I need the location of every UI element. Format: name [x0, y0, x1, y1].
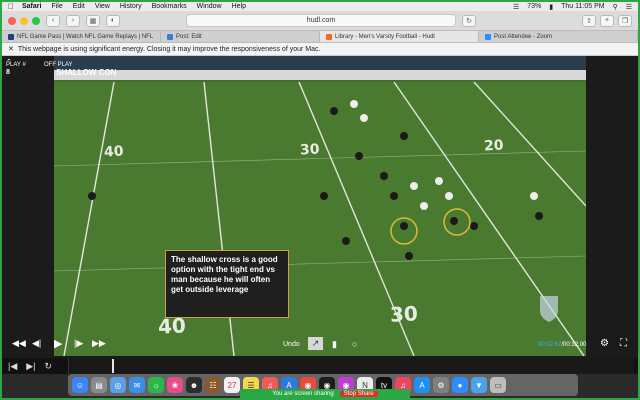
- battery-percent[interactable]: 73%: [527, 3, 541, 10]
- menubar-app-name[interactable]: Safari: [22, 3, 41, 10]
- tab-overview-icon[interactable]: ❐: [618, 14, 632, 27]
- prev-clip-icon[interactable]: |◀: [8, 361, 17, 372]
- text-tool-icon[interactable]: ▮: [332, 339, 337, 350]
- battery-icon[interactable]: ▮: [549, 3, 553, 11]
- field-graphic: [54, 56, 586, 356]
- yard-number: 30: [299, 141, 320, 159]
- screen-share-bar: You are screen sharing Stop Share: [240, 389, 410, 398]
- wifi-icon[interactable]: ☰: [513, 3, 519, 11]
- safari-toolbar: ‹ › ▦ ◐ hudl.com ↻ ⇧ + ❐: [2, 11, 638, 31]
- tab-label: Post: Edit: [176, 33, 202, 40]
- hudl-favicon-icon: [326, 33, 332, 40]
- menu-help[interactable]: Help: [232, 3, 246, 10]
- minimize-window-button[interactable]: [20, 16, 28, 25]
- calendar-icon[interactable]: 27: [224, 377, 240, 393]
- telestration-caption[interactable]: The shallow cross is a good option with …: [165, 250, 289, 318]
- menu-edit[interactable]: Edit: [73, 3, 85, 10]
- screen-share-text: You are screen sharing: [272, 390, 334, 397]
- menu-view[interactable]: View: [95, 3, 110, 10]
- play-icon[interactable]: ▶: [54, 337, 62, 350]
- tab-label: Post Attendee - Zoom: [494, 33, 553, 40]
- close-warning-icon[interactable]: ✕: [8, 45, 14, 53]
- yard-number: 40: [103, 143, 124, 161]
- messages-icon[interactable]: ☼: [148, 377, 164, 393]
- forward-button[interactable]: ›: [66, 14, 80, 27]
- system-preferences-icon[interactable]: ⚙: [433, 377, 449, 393]
- new-tab-button[interactable]: +: [600, 14, 614, 27]
- energy-warning-text: This webpage is using significant energy…: [17, 45, 321, 53]
- tab-hudl-library[interactable]: Library - Men's Varsity Football - Hudl: [320, 31, 479, 42]
- launchpad-icon[interactable]: ▤: [91, 377, 107, 393]
- menu-window[interactable]: Window: [197, 3, 222, 10]
- window-controls: [8, 16, 40, 25]
- settings-gear-icon[interactable]: ⚙: [600, 338, 609, 349]
- next-clip-icon[interactable]: ▶|: [26, 361, 35, 372]
- circle-tool-icon[interactable]: ○: [352, 339, 357, 349]
- post-favicon-icon: [167, 33, 173, 40]
- menu-bookmarks[interactable]: Bookmarks: [152, 3, 187, 10]
- yard-number: 30: [389, 301, 419, 327]
- address-bar[interactable]: hudl.com: [186, 14, 456, 27]
- downloads-folder-icon[interactable]: ▼: [471, 377, 487, 393]
- mail-icon[interactable]: ✉: [129, 377, 145, 393]
- menubar-status: ☰ 73% ▮ Thu 11:05 PM ⚲ ☰: [513, 3, 632, 11]
- tab-label: Library - Men's Varsity Football - Hudl: [335, 33, 435, 40]
- close-window-button[interactable]: [8, 16, 16, 25]
- photos-icon[interactable]: ❀: [167, 377, 183, 393]
- stop-share-button[interactable]: Stop Share: [339, 390, 378, 397]
- tab-zoom[interactable]: Post Attendee - Zoom: [479, 31, 638, 42]
- shield-icon[interactable]: ◐: [106, 14, 120, 27]
- fast-forward-icon[interactable]: ▶▶: [92, 338, 106, 349]
- url-text: hudl.com: [306, 17, 336, 24]
- tab-label: NFL Game Pass | Watch NFL Game Replays |…: [17, 33, 154, 40]
- play-label: PLAY #: [6, 62, 26, 68]
- back-button[interactable]: ‹: [46, 14, 60, 27]
- play-name: SHALLOW CON: [56, 68, 117, 77]
- zoom-window-button[interactable]: [32, 16, 40, 25]
- control-center-icon[interactable]: ☰: [626, 3, 632, 11]
- energy-warning-bar: ✕ This webpage is using significant ener…: [2, 43, 638, 56]
- apple-icon[interactable]: : [8, 2, 14, 11]
- zoom-icon[interactable]: ●: [452, 377, 468, 393]
- rewind-icon[interactable]: ◀◀: [12, 338, 26, 349]
- clock[interactable]: Thu 11:05 PM: [561, 3, 604, 10]
- finder-icon[interactable]: ☺: [72, 377, 88, 393]
- play-number: 8: [6, 69, 10, 76]
- play-number-block: PLAY # 8: [6, 62, 26, 77]
- yard-number: 20: [483, 137, 504, 155]
- nfl-favicon-icon: [8, 33, 14, 40]
- menu-history[interactable]: History: [120, 3, 142, 10]
- search-icon[interactable]: ⚲: [613, 3, 618, 11]
- scrub-bar: |◀ ▶| ↻: [2, 358, 638, 374]
- trash-icon[interactable]: ▭: [490, 377, 506, 393]
- time-current: 00:02.67: [538, 342, 562, 348]
- timeline-track[interactable]: [68, 358, 634, 374]
- step-back-icon[interactable]: ◀|: [32, 338, 41, 349]
- safari-icon[interactable]: ◎: [110, 377, 126, 393]
- notes-brown-icon[interactable]: ☷: [205, 377, 221, 393]
- fullscreen-icon[interactable]: ⛶: [620, 338, 627, 349]
- arrow-tool-icon[interactable]: ↗: [308, 337, 323, 350]
- undo-button[interactable]: Undo: [283, 341, 300, 348]
- store-icon[interactable]: A: [414, 377, 430, 393]
- step-forward-icon[interactable]: |▶: [74, 338, 83, 349]
- tab-post-edit[interactable]: Post: Edit: [161, 31, 320, 42]
- tab-bar: NFL Game Pass | Watch NFL Game Replays |…: [2, 31, 638, 43]
- zoom-favicon-icon: [485, 33, 491, 40]
- menubar:  Safari File Edit View History Bookmark…: [2, 2, 638, 11]
- share-icon[interactable]: ⇧: [582, 14, 596, 27]
- tab-nfl-game-pass[interactable]: NFL Game Pass | Watch NFL Game Replays |…: [2, 31, 161, 42]
- video-player[interactable]: 40 30 20 40 30 ⌃ PLAY # 8 OFF PLAY SHALL…: [2, 56, 638, 374]
- football-field-video[interactable]: 40 30 20 40 30: [54, 56, 586, 356]
- menu-file[interactable]: File: [51, 3, 62, 10]
- sidebar-icon[interactable]: ▦: [86, 14, 100, 27]
- time-total: /00:32.00: [561, 342, 587, 348]
- toolbar-right: ⇧ + ❐: [582, 14, 632, 27]
- contacts-icon[interactable]: ☻: [186, 377, 202, 393]
- reload-icon[interactable]: ↻: [462, 14, 476, 27]
- timecode: 00:02.67/00:32.00: [538, 342, 586, 348]
- playhead[interactable]: [112, 359, 114, 373]
- loop-icon[interactable]: ↻: [45, 361, 53, 372]
